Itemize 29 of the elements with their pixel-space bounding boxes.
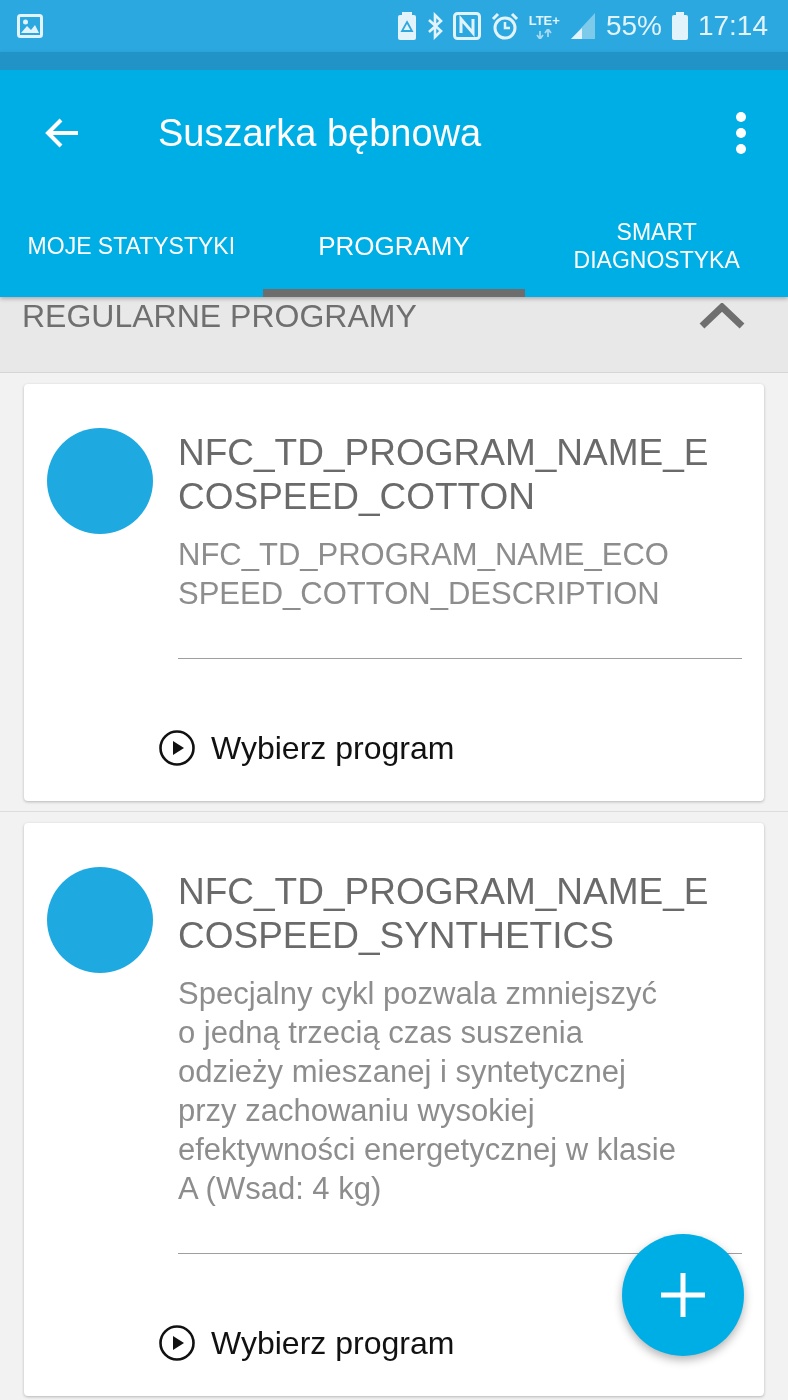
battery-icon	[671, 12, 688, 40]
battery-percent: 55%	[605, 10, 662, 42]
screen-title: Suszarka bębnowa	[158, 111, 482, 155]
network-type-label: LTE+	[528, 13, 560, 27]
data-arrows-icon	[536, 28, 553, 39]
select-program-button[interactable]: Wybierz program	[159, 1325, 455, 1361]
clock-time: 17:14	[697, 10, 768, 42]
program-circle-icon	[47, 428, 153, 534]
play-circle-icon	[159, 730, 195, 766]
program-description: Specjalny cykl pozwala zmniejszyć o jedną trzecią czas suszenia odzieży mieszanej i syntetycznej przy zachowaniu wysokiej efektywności energetycznej w klasie A (Wsad: 4 kg)	[178, 975, 677, 1208]
play-circle-icon	[159, 1325, 195, 1361]
bluetooth-icon	[426, 12, 443, 40]
chevron-up-icon[interactable]	[698, 303, 746, 329]
select-program-button[interactable]: Wybierz program	[159, 730, 455, 766]
nfc-icon	[452, 12, 481, 40]
alarm-icon	[490, 12, 519, 40]
program-circle-icon	[47, 867, 153, 973]
program-description: NFC_TD_PROGRAM_NAME_ECOSPEED_COTTON_DESCRIPTION	[178, 536, 670, 613]
back-arrow-icon[interactable]	[44, 117, 80, 149]
more-vertical-icon[interactable]	[735, 112, 747, 154]
battery-saver-icon	[396, 12, 417, 40]
image-icon	[17, 14, 43, 38]
tab[interactable]: SMART DIAGNOSTYKA	[525, 196, 788, 297]
program-name: NFC_TD_PROGRAM_NAME_ECOSPEED_COTTON	[178, 431, 710, 519]
program-name: NFC_TD_PROGRAM_NAME_ECOSPEED_SYNTHETICS	[178, 870, 710, 958]
section-title: REGULARNE PROGRAMY	[22, 299, 417, 333]
plus-icon	[661, 1273, 705, 1317]
tab[interactable]: MOJE STATYSTYKI	[0, 196, 263, 297]
signal-icon	[569, 12, 596, 40]
